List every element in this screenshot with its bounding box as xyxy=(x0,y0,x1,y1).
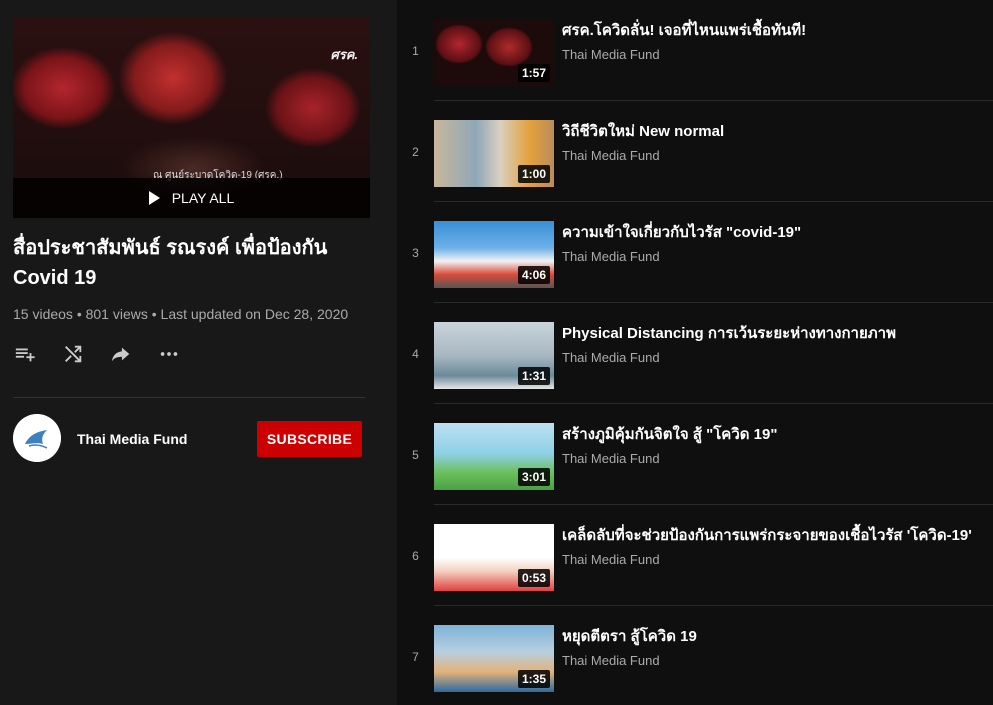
shuffle-icon[interactable] xyxy=(61,342,85,366)
video-index: 1 xyxy=(412,44,419,58)
hero-logo: ศรค. xyxy=(330,47,358,62)
video-title[interactable]: Physical Distancing การเว้นระยะห่างทางกา… xyxy=(562,321,987,345)
playlist-title[interactable]: สื่อประชาสัมพันธ์ รณรงค์ เพื่อป้องกัน Co… xyxy=(13,233,353,293)
playlist-sidebar: ศรค. ณ ศูนย์ระบาดโควิด-19 (ศรค.) PLAY AL… xyxy=(0,0,382,705)
video-thumbnail[interactable]: 1:57 xyxy=(434,19,554,86)
sidebar-divider xyxy=(13,397,365,398)
video-channel[interactable]: Thai Media Fund xyxy=(562,552,660,567)
video-title[interactable]: ความเข้าใจเกี่ยวกับไวรัส "covid-19" xyxy=(562,220,987,244)
video-title[interactable]: ศรค.โควิดลั่น! เจอที่ไหนแพร่เชื้อทันที! xyxy=(562,18,987,42)
video-index: 6 xyxy=(412,549,419,563)
video-channel[interactable]: Thai Media Fund xyxy=(562,350,660,365)
video-duration: 1:00 xyxy=(517,165,550,183)
video-duration: 3:01 xyxy=(517,468,550,486)
list-item[interactable]: 1 1:57 ศรค.โควิดลั่น! เจอที่ไหนแพร่เชื้อ… xyxy=(397,0,993,101)
video-duration: 0:53 xyxy=(517,569,550,587)
playlist-actions xyxy=(13,342,181,366)
subscribe-button[interactable]: SUBSCRIBE xyxy=(257,421,362,457)
playlist-add-icon[interactable] xyxy=(13,342,37,366)
play-icon xyxy=(148,191,160,205)
video-thumbnail[interactable]: 1:00 xyxy=(434,120,554,187)
video-duration: 1:35 xyxy=(517,670,550,688)
video-index: 5 xyxy=(412,448,419,462)
video-title[interactable]: เคล็ดลับที่จะช่วยป้องกันการแพร่กระจายของ… xyxy=(562,523,987,547)
list-item[interactable]: 3 4:06 ความเข้าใจเกี่ยวกับไวรัส "covid-1… xyxy=(397,202,993,303)
list-item[interactable]: 5 3:01 สร้างภูมิคุ้มกันจิตใจ สู้ "โควิด … xyxy=(397,404,993,505)
video-index: 2 xyxy=(412,145,419,159)
list-item[interactable]: 4 1:31 Physical Distancing การเว้นระยะห่… xyxy=(397,303,993,404)
list-item[interactable]: 2 1:00 วิถีชีวิตใหม่ New normal Thai Med… xyxy=(397,101,993,202)
video-index: 3 xyxy=(412,246,419,260)
video-duration: 4:06 xyxy=(517,266,550,284)
video-channel[interactable]: Thai Media Fund xyxy=(562,653,660,668)
video-thumbnail[interactable]: 0:53 xyxy=(434,524,554,591)
video-title[interactable]: วิถีชีวิตใหม่ New normal xyxy=(562,119,987,143)
play-all-button[interactable]: PLAY ALL xyxy=(13,178,370,218)
video-channel[interactable]: Thai Media Fund xyxy=(562,249,660,264)
list-item[interactable]: 7 1:35 หยุดตีตรา สู้โควิด 19 Thai Media … xyxy=(397,606,993,705)
video-thumbnail[interactable]: 4:06 xyxy=(434,221,554,288)
video-channel[interactable]: Thai Media Fund xyxy=(562,451,660,466)
video-duration: 1:57 xyxy=(517,64,550,82)
channel-avatar[interactable] xyxy=(13,414,61,462)
video-thumbnail[interactable]: 3:01 xyxy=(434,423,554,490)
video-duration: 1:31 xyxy=(517,367,550,385)
video-thumbnail[interactable]: 1:31 xyxy=(434,322,554,389)
video-thumbnail[interactable]: 1:35 xyxy=(434,625,554,692)
more-horiz-icon[interactable] xyxy=(157,342,181,366)
video-channel[interactable]: Thai Media Fund xyxy=(562,148,660,163)
video-title[interactable]: สร้างภูมิคุ้มกันจิตใจ สู้ "โควิด 19" xyxy=(562,422,987,446)
share-icon[interactable] xyxy=(109,342,133,366)
video-index: 4 xyxy=(412,347,419,361)
play-all-label: PLAY ALL xyxy=(171,190,235,206)
video-channel[interactable]: Thai Media Fund xyxy=(562,47,660,62)
list-item[interactable]: 6 0:53 เคล็ดลับที่จะช่วยป้องกันการแพร่กร… xyxy=(397,505,993,606)
playlist-video-list: 1 1:57 ศรค.โควิดลั่น! เจอที่ไหนแพร่เชื้อ… xyxy=(397,0,993,705)
video-index: 7 xyxy=(412,650,419,664)
playlist-hero-thumbnail[interactable]: ศรค. ณ ศูนย์ระบาดโควิด-19 (ศรค.) PLAY AL… xyxy=(13,18,370,218)
video-title[interactable]: หยุดตีตรา สู้โควิด 19 xyxy=(562,624,987,648)
channel-name[interactable]: Thai Media Fund xyxy=(77,431,187,447)
playlist-stats: 15 videos • 801 views • Last updated on … xyxy=(13,306,349,322)
